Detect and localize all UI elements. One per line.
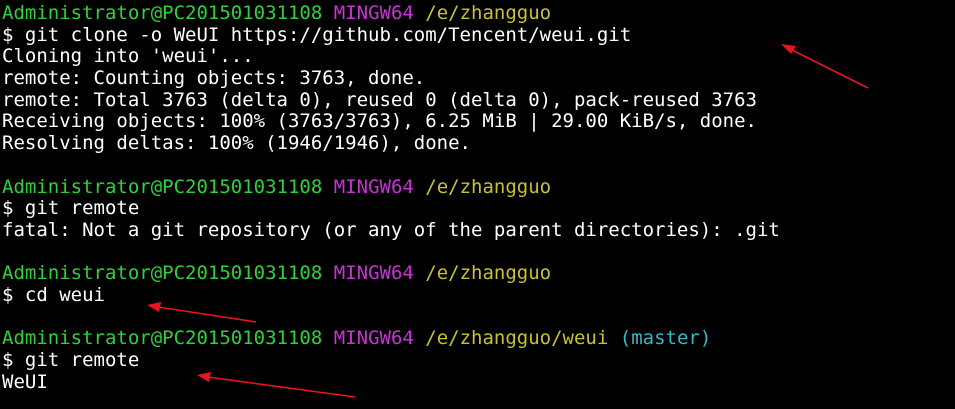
terminal-window[interactable]: Administrator@PC201501031108 MINGW64 /e/… <box>0 0 955 409</box>
prompt-system: MINGW64 <box>333 327 414 350</box>
prompt-user: Administrator@PC201501031108 <box>2 262 323 285</box>
command-line: $ cd weui <box>2 283 105 306</box>
output-line: remote: Total 3763 (delta 0), reused 0 (… <box>2 88 757 111</box>
prompt-system: MINGW64 <box>333 175 414 198</box>
prompt-path: /e/zhangguo <box>425 2 552 24</box>
command-line: $ git remote <box>2 197 140 220</box>
command-line: $ git remote <box>2 349 140 371</box>
prompt-line: Administrator@PC201501031108 MINGW64 /e/… <box>2 2 955 25</box>
command-line: $ git clone -o WeUI https://github.com/T… <box>2 23 632 46</box>
prompt-branch: (master) <box>619 327 712 350</box>
prompt-system: MINGW64 <box>333 262 414 285</box>
prompt-system: MINGW64 <box>333 2 414 24</box>
prompt-path: /e/zhangguo/weui <box>425 327 609 350</box>
prompt-user: Administrator@PC201501031108 <box>2 327 323 350</box>
prompt-line: Administrator@PC201501031108 MINGW64 /e/… <box>2 175 955 199</box>
prompt-line: Administrator@PC201501031108 MINGW64 /e/… <box>2 327 955 350</box>
prompt-path: /e/zhangguo <box>425 175 552 198</box>
output-line: Receiving objects: 100% (3763/3763), 6.2… <box>2 110 757 133</box>
output-line: fatal: Not a git repository (or any of t… <box>2 218 780 241</box>
prompt-user: Administrator@PC201501031108 <box>2 175 323 198</box>
output-line: Cloning into 'weui'... <box>2 45 254 68</box>
prompt-user: Administrator@PC201501031108 <box>2 2 323 24</box>
output-line: Resolving deltas: 100% (1946/1946), done… <box>2 132 471 155</box>
prompt-line: Administrator@PC201501031108 MINGW64 /e/… <box>2 262 955 285</box>
prompt-path: /e/zhangguo <box>425 262 552 285</box>
output-line: WeUI <box>2 370 48 393</box>
output-line: remote: Counting objects: 3763, done. <box>2 67 426 90</box>
